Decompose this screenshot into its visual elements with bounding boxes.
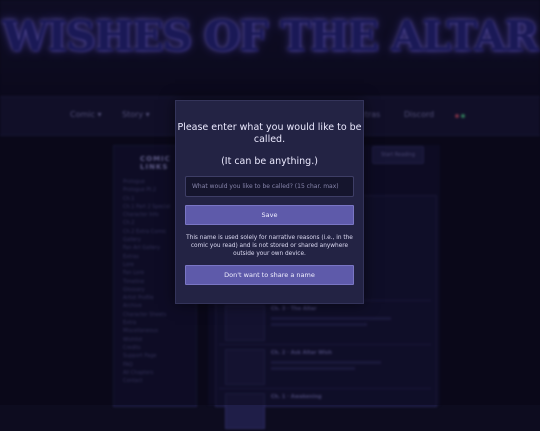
name-prompt-dialog: Please enter what you would like to be c…: [175, 100, 364, 304]
dialog-subheading: (It can be anything.): [221, 156, 318, 167]
privacy-disclaimer: This name is used solely for narrative r…: [186, 235, 353, 257]
dialog-heading: Please enter what you would like to be c…: [177, 122, 362, 145]
name-input[interactable]: [185, 176, 354, 197]
save-button[interactable]: Save: [185, 205, 354, 225]
decline-name-button[interactable]: Don't want to share a name: [185, 265, 354, 285]
